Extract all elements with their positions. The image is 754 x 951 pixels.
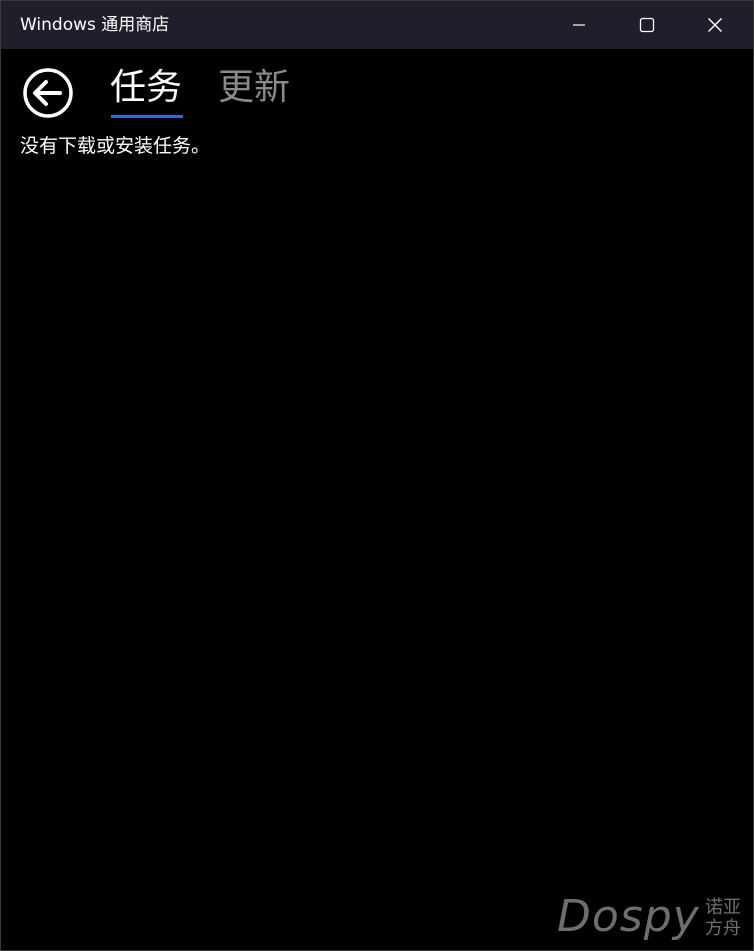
maximize-icon — [639, 17, 655, 33]
tab-updates[interactable]: 更新 — [218, 65, 290, 111]
back-arrow-icon — [23, 68, 73, 118]
back-button[interactable] — [22, 67, 74, 119]
watermark-line1: 诺亚 — [705, 897, 741, 918]
close-button[interactable] — [681, 1, 749, 49]
window-title: Windows 通用商店 — [20, 15, 170, 35]
tab-tasks[interactable]: 任务 — [110, 65, 182, 111]
selected-tab-indicator — [111, 115, 183, 118]
watermark-brand: Dospy — [557, 891, 700, 942]
watermark-logo: Dospy 诺亚 方舟 — [557, 891, 747, 947]
title-bar[interactable]: Windows 通用商店 — [1, 1, 753, 49]
watermark-line2: 方舟 — [705, 918, 741, 939]
minimize-icon — [573, 24, 585, 26]
close-icon — [708, 18, 722, 32]
minimize-button[interactable] — [545, 1, 613, 49]
store-window: Windows 通用商店 任务 更新 没有下载或安装任务。 Dospy 诺亚 方… — [0, 0, 754, 951]
watermark-chinese: 诺亚 方舟 — [705, 897, 741, 939]
maximize-button[interactable] — [613, 1, 681, 49]
empty-state-message: 没有下载或安装任务。 — [20, 135, 211, 157]
